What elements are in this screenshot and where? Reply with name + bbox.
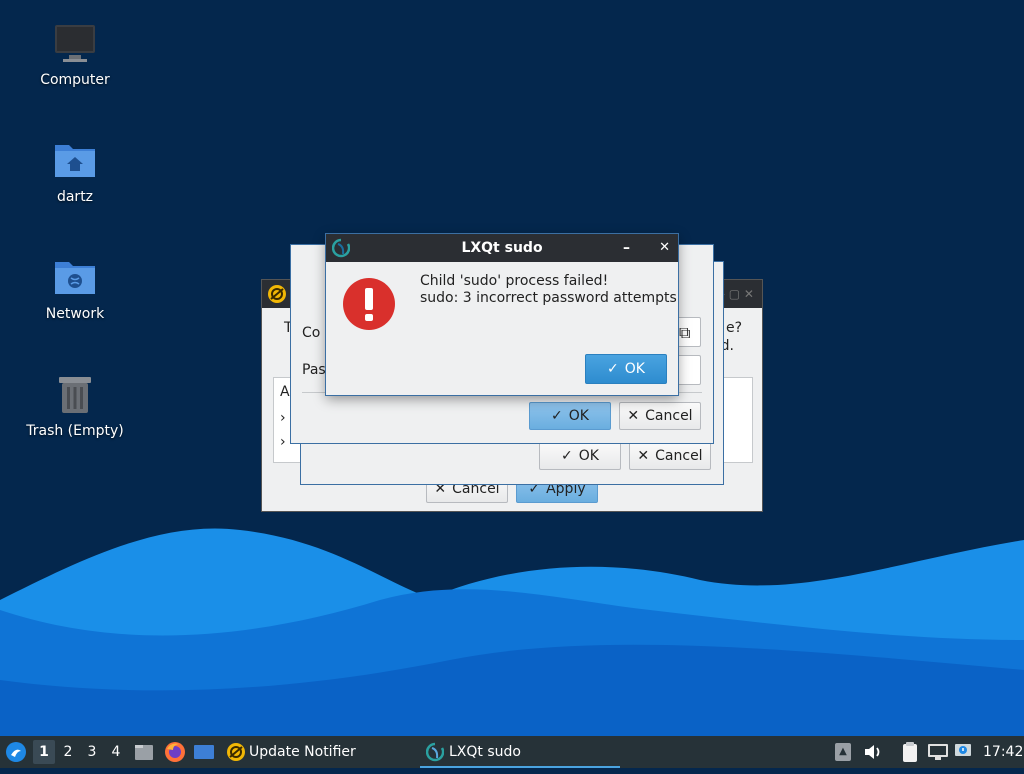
task-label: Update Notifier (249, 744, 356, 760)
partial-text: e? (725, 320, 742, 336)
trash-icon (53, 373, 97, 417)
workspace-1[interactable]: 1 (33, 740, 55, 764)
error-message-line2: sudo: 3 incorrect password attempts (420, 290, 677, 306)
home-folder-icon (53, 139, 97, 183)
desktop-icon-label: dartz (56, 189, 94, 205)
file-manager-icon[interactable] (134, 742, 154, 762)
ok-button[interactable]: ✓ OK (529, 402, 611, 430)
update-notifier-app-icon (267, 284, 287, 304)
lxqt-sudo-icon (425, 742, 445, 762)
command-label: Co (302, 325, 321, 341)
task-lxqt-sudo[interactable]: LXQt sudo (420, 736, 620, 768)
expand-arrow-icon[interactable]: › (280, 410, 286, 426)
clipboard-icon[interactable] (900, 741, 920, 763)
desktop-icon-trash[interactable]: Trash (Empty) (15, 373, 135, 439)
show-desktop-icon[interactable] (194, 743, 214, 761)
computer-icon (53, 22, 97, 66)
error-dialog-title: LXQt sudo (461, 240, 543, 256)
list-header: A (280, 384, 290, 400)
ok-button[interactable]: ✓ OK (539, 442, 621, 470)
cancel-label: Cancel (655, 448, 703, 464)
network-icon[interactable] (927, 742, 949, 762)
ok-label: OK (578, 448, 599, 464)
desktop-icon-home[interactable]: dartz (15, 139, 135, 205)
check-icon: ✓ (607, 361, 619, 377)
check-icon: ✓ (551, 408, 563, 424)
cancel-button[interactable]: ✕ Cancel (619, 402, 701, 430)
desktop-icon-label: Trash (Empty) (26, 423, 124, 439)
firefox-icon[interactable] (164, 741, 186, 763)
ok-button[interactable]: ✓ OK (585, 354, 667, 384)
expand-arrow-icon[interactable]: › (280, 434, 286, 450)
desktop-icon-label: Computer (40, 72, 110, 88)
desktop-icon-label: Network (45, 306, 105, 322)
password-label: Pas (302, 362, 326, 378)
workspace-3[interactable]: 3 (81, 740, 103, 764)
start-menu-icon[interactable] (5, 741, 27, 763)
error-message-line1: Child 'sudo' process failed! (420, 273, 609, 289)
ok-label: OK (624, 361, 645, 377)
check-icon: ✓ (561, 448, 573, 464)
cancel-label: Cancel (645, 408, 693, 424)
lxqt-sudo-app-icon (331, 238, 351, 258)
notification-icon[interactable] (954, 742, 974, 762)
close-icon: ✕ (637, 448, 650, 464)
minimize-icon[interactable]: – (623, 234, 630, 262)
task-update-notifier[interactable]: Update Notifier (224, 736, 414, 768)
task-label: LXQt sudo (449, 744, 521, 760)
workspace-2[interactable]: 2 (57, 740, 79, 764)
clock[interactable]: 17:42 (983, 736, 1023, 768)
update-notifier-icon (226, 742, 246, 762)
tray-up-arrow-icon[interactable]: ▲ (835, 743, 851, 761)
copy-icon[interactable]: ⧉ (679, 323, 690, 343)
ok-label: OK (568, 408, 589, 424)
workspace-4[interactable]: 4 (105, 740, 127, 764)
error-dialog-titlebar[interactable]: LXQt sudo – ✕ (326, 234, 678, 262)
network-folder-icon (53, 256, 97, 300)
cancel-button[interactable]: ✕ Cancel (629, 442, 711, 470)
error-icon (342, 277, 396, 331)
desktop-icon-network[interactable]: Network (15, 256, 135, 322)
close-icon: ✕ (627, 408, 640, 424)
error-dialog-window: LXQt sudo – ✕ Child 'sudo' process faile… (326, 234, 678, 395)
desktop-icon-computer[interactable]: Computer (15, 22, 135, 88)
volume-icon[interactable] (862, 741, 884, 763)
close-icon[interactable]: ✕ (659, 234, 670, 262)
taskbar: 1 2 3 4 Update Notifier LXQt sudo ▲ 17:4… (0, 736, 1024, 768)
window-controls-icon[interactable]: – ▢ ✕ (719, 280, 754, 308)
